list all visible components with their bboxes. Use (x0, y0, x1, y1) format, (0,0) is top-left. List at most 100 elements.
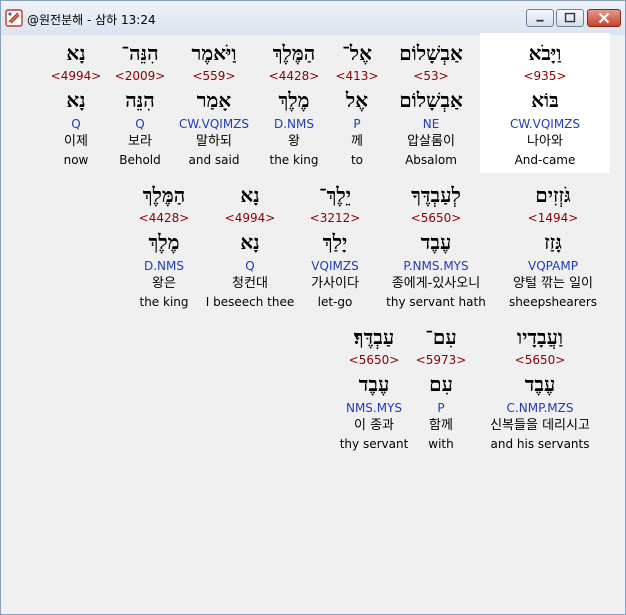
word-cell[interactable]: נָא <4994> נָא Q 청컨대 I beseech thee (201, 181, 299, 315)
hebrew-root: גָּזַז (544, 230, 562, 254)
english-gloss: to (350, 153, 364, 167)
strong-number[interactable]: <5650> (473, 353, 607, 367)
minimize-icon (536, 19, 544, 22)
strong-number[interactable]: <4994> (44, 69, 108, 83)
hebrew-word: לְעַבְדֶּךָ (411, 183, 461, 207)
morphology-code: NE (422, 117, 440, 131)
morphology-code: D.NMS (273, 117, 314, 131)
word-cell[interactable]: וַעֲבָדָיו <5650> עֶבֶד C.NMP.MZS 신복들을 데… (473, 323, 607, 457)
korean-gloss: 왕은 (152, 276, 176, 291)
word-cell[interactable]: הַמֶּלֶךְ <4428> מֶלֶךְ D.NMS 왕은 the kin… (127, 181, 201, 315)
close-button[interactable] (587, 9, 621, 27)
hebrew-root: בּוֹא (531, 88, 559, 112)
hebrew-root: אֶל (345, 88, 369, 112)
strong-number[interactable]: <4428> (256, 69, 332, 83)
korean-gloss: 가사이다 (311, 276, 359, 291)
english-gloss: and said (188, 153, 240, 167)
strong-number[interactable]: <5650> (339, 353, 409, 367)
english-gloss: I beseech thee (205, 295, 295, 309)
word-cell[interactable]: אַבְשָׁלוֹם <53> אַבְשָׁלוֹם NE 압살롬이 Abs… (382, 39, 480, 173)
word-cell[interactable]: נָא <4994> נָא Q 이제 now (44, 39, 108, 173)
korean-gloss: 신복들을 데리시고 (490, 418, 590, 433)
korean-gloss: 압살롬이 (407, 134, 455, 149)
morphology-code: C.NMP.MZS (506, 401, 574, 415)
hebrew-root: עֶבֶד (358, 372, 390, 396)
hebrew-root: יָלַךְ (322, 230, 348, 254)
hebrew-root: אַבְשָׁלוֹם (399, 88, 463, 112)
english-gloss: and his servants (490, 437, 590, 451)
morphology-code: NMS.MYS (345, 401, 403, 415)
hebrew-word: הַמֶּלֶךְ (272, 41, 316, 65)
word-cell[interactable]: וַיֹּאמֶר <559> אָמַר CW.VQIMZS 말하되 and … (172, 39, 256, 173)
strong-number[interactable]: <5650> (371, 211, 501, 225)
word-cell-selected[interactable]: וַיָּבֹא <935> בּוֹא CW.VQIMZS 나아와 And-c… (480, 33, 610, 173)
title-bar[interactable]: @원전분해 - 삼하 13:24 (1, 1, 625, 35)
hebrew-word: וַעֲבָדָיו (516, 325, 564, 349)
morphology-code: VQIMZS (311, 259, 359, 273)
hebrew-word: הַמֶּלֶךְ (142, 183, 186, 207)
morphology-code: Q (135, 117, 145, 131)
strong-number[interactable]: <5973> (409, 353, 473, 367)
word-cell[interactable]: גֹּזְזִים <1494> גָּזַז VQPAMP 양털 깎는 일이 … (501, 181, 605, 315)
hebrew-word: הִנֵּה־ (121, 41, 159, 65)
korean-gloss: 나아와 (527, 134, 563, 149)
hebrew-word: נָא (240, 183, 260, 207)
app-window: @원전분해 - 삼하 13:24 נָא <4994> נָא Q 이제 now… (0, 0, 626, 615)
word-cell[interactable]: הִנֵּה־ <2009> הִנֵּה Q 보라 Behold (108, 39, 172, 173)
strong-number[interactable]: <4994> (201, 211, 299, 225)
word-cell[interactable]: אֶל־ <413> אֶל P 께 to (332, 39, 382, 173)
hebrew-root: אָמַר (196, 88, 232, 112)
hebrew-root: עִם (429, 372, 453, 396)
strong-number[interactable]: <53> (382, 69, 480, 83)
interlinear-panel: נָא <4994> נָא Q 이제 now הִנֵּה־ <2009> ה… (9, 33, 617, 607)
hebrew-root: מֶלֶךְ (148, 230, 180, 254)
korean-gloss: 양털 깎는 일이 (512, 276, 594, 291)
window-title: @원전분해 - 삼하 13:24 (27, 13, 156, 27)
morphology-code: Q (245, 259, 255, 273)
strong-number[interactable]: <3212> (299, 211, 371, 225)
strong-number[interactable]: <1494> (501, 211, 605, 225)
korean-gloss: 함께 (429, 418, 453, 433)
morphology-code: P (437, 401, 445, 415)
hebrew-root: עֶבֶד (524, 372, 556, 396)
english-gloss: thy servant (339, 437, 409, 451)
english-gloss: thy servant hath (386, 295, 486, 309)
hebrew-word: וַיֹּאמֶר (191, 41, 237, 65)
english-gloss: with (428, 437, 454, 451)
morphology-code: CW.VQIMZS (509, 117, 581, 131)
word-cell[interactable]: עַבְדֶּךָ׃ <5650> עֶבֶד NMS.MYS 이 종과 thy… (339, 323, 409, 457)
app-logo-icon (5, 9, 23, 27)
hebrew-word: יֵלֶךְ־ (318, 183, 352, 207)
morphology-code: CW.VQIMZS (178, 117, 250, 131)
korean-gloss: 이제 (64, 134, 88, 149)
morphology-code: VQPAMP (528, 259, 578, 273)
korean-gloss: 말하되 (196, 134, 232, 149)
word-cell[interactable]: הַמֶּלֶךְ <4428> מֶלֶךְ D.NMS 왕 the king (256, 39, 332, 173)
hebrew-word: וַיָּבֹא (528, 41, 562, 65)
maximize-icon (564, 12, 576, 23)
word-cell[interactable]: עִם־ <5973> עִם P 함께 with (409, 323, 473, 457)
hebrew-word: גֹּזְזִים (535, 183, 571, 207)
hebrew-root: נָא (66, 88, 86, 112)
hebrew-root: הִנֵּה (125, 88, 155, 112)
korean-gloss: 께 (351, 134, 363, 149)
maximize-button[interactable] (556, 9, 584, 27)
english-gloss: And-came (514, 153, 576, 167)
english-gloss: sheepshearers (508, 295, 598, 309)
strong-number[interactable]: <559> (172, 69, 256, 83)
word-cell[interactable]: לְעַבְדֶּךָ <5650> עֶבֶד P.NMS.MYS 종에게-있… (371, 181, 501, 315)
korean-gloss: 왕 (288, 134, 300, 149)
strong-number[interactable]: <2009> (108, 69, 172, 83)
word-cell[interactable]: יֵלֶךְ־ <3212> יָלַךְ VQIMZS 가사이다 let-go (299, 181, 371, 315)
english-gloss: now (63, 153, 89, 167)
morphology-code: D.NMS (143, 259, 184, 273)
strong-number[interactable]: <4428> (127, 211, 201, 225)
minimize-button[interactable] (526, 9, 554, 27)
strong-number[interactable]: <413> (332, 69, 382, 83)
english-gloss: the king (139, 295, 189, 309)
morphology-code: P (353, 117, 361, 131)
strong-number[interactable]: <935> (480, 69, 610, 83)
english-gloss: Behold (119, 153, 161, 167)
hebrew-word: אַבְשָׁלוֹם (399, 41, 463, 65)
morphology-code: P.NMS.MYS (403, 259, 469, 273)
